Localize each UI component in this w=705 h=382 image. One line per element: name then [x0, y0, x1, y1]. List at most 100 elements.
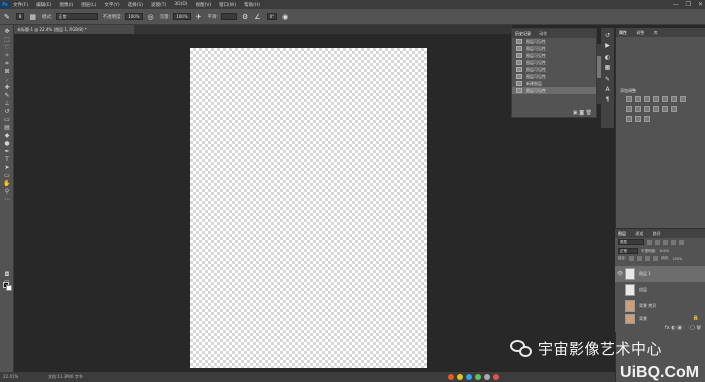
brightness-icon[interactable]: [626, 96, 632, 102]
history-item[interactable]: 新建图层: [512, 80, 596, 87]
menu-window[interactable]: 窗口(W): [219, 2, 236, 8]
dodge-tool-icon[interactable]: ●: [3, 141, 11, 147]
eyedropper-tool-icon[interactable]: ⸝: [3, 77, 11, 83]
stamp-tool-icon[interactable]: ⊥: [3, 101, 11, 107]
menu-filter[interactable]: 滤镜(T): [151, 2, 166, 8]
airbrush-icon[interactable]: ✈: [196, 13, 202, 21]
history-item[interactable]: 图层可见性: [512, 52, 596, 59]
mode-select[interactable]: 正常: [55, 13, 98, 20]
layer-opacity-value[interactable]: 100%: [659, 249, 669, 253]
tab-libraries[interactable]: 库: [654, 30, 658, 35]
brush-size-field[interactable]: 8: [15, 13, 25, 20]
quick-select-tool-icon[interactable]: ✧: [3, 53, 11, 59]
channel-mixer-icon[interactable]: [644, 106, 650, 112]
shape-tool-icon[interactable]: ▭: [3, 173, 11, 179]
tab-channels[interactable]: 通道: [635, 231, 643, 236]
paragraph-panel-icon[interactable]: ¶: [604, 96, 611, 103]
visibility-eye-icon[interactable]: 👁: [617, 266, 623, 282]
blur-tool-icon[interactable]: ◆: [3, 133, 11, 139]
color-panel-icon[interactable]: ◐: [604, 54, 611, 61]
gear-icon[interactable]: ⚙: [242, 13, 248, 21]
hand-tool-icon[interactable]: ✋: [3, 181, 11, 187]
color-balance-icon[interactable]: [680, 96, 686, 102]
menu-help[interactable]: 帮助(H): [244, 2, 260, 8]
actions-panel-icon[interactable]: ▶: [604, 42, 611, 49]
history-item[interactable]: 图层可见性: [512, 59, 596, 66]
pressure-size-icon[interactable]: ◉: [282, 13, 288, 21]
fill-value[interactable]: 100%: [672, 257, 682, 261]
tray-app-icon[interactable]: [475, 374, 481, 380]
tray-app-icon[interactable]: [493, 374, 499, 380]
zoom-tool-icon[interactable]: ⚲: [3, 189, 11, 195]
eraser-tool-icon[interactable]: ▭: [3, 117, 11, 123]
pixel-filter-icon[interactable]: [647, 239, 652, 245]
menu-type[interactable]: 文字(Y): [104, 2, 119, 8]
opacity-field[interactable]: 100%: [125, 13, 143, 20]
flow-field[interactable]: 100%: [173, 13, 191, 20]
curves-icon[interactable]: [644, 96, 650, 102]
color-lookup-icon[interactable]: [653, 106, 659, 112]
history-footer-icons[interactable]: ▣ ◙ 🗑: [512, 109, 596, 117]
vibrance-icon[interactable]: [662, 96, 668, 102]
maximize-button[interactable]: ❐: [686, 0, 691, 9]
pressure-opacity-icon[interactable]: ◎: [148, 13, 154, 21]
menu-3d[interactable]: 3D(D): [174, 2, 187, 7]
path-select-tool-icon[interactable]: ➤: [3, 165, 11, 171]
type-filter-icon[interactable]: [663, 239, 668, 245]
black-white-icon[interactable]: [626, 106, 632, 112]
menu-layer[interactable]: 图层(L): [81, 2, 96, 8]
shape-filter-icon[interactable]: [671, 239, 676, 245]
angle-icon[interactable]: ∠: [254, 13, 260, 21]
selective-color-icon[interactable]: [644, 116, 650, 122]
tray-app-icon[interactable]: [448, 374, 454, 380]
history-panel-icon[interactable]: ↺: [604, 32, 611, 39]
move-tool-icon[interactable]: ✥: [3, 29, 11, 35]
marquee-tool-icon[interactable]: ⬚: [3, 37, 11, 43]
brush-settings-icon[interactable]: ✎: [604, 76, 611, 83]
exposure-icon[interactable]: [653, 96, 659, 102]
levels-icon[interactable]: [635, 96, 641, 102]
tab-adjustments[interactable]: 调整: [636, 30, 644, 35]
history-item[interactable]: 图层可见性: [512, 73, 596, 80]
brush-tool-icon[interactable]: ✎: [3, 93, 11, 99]
frame-tool-icon[interactable]: ⊠: [3, 69, 11, 75]
history-item-selected[interactable]: 图层可见性: [512, 87, 596, 94]
type-tool-icon[interactable]: T: [3, 157, 11, 163]
lasso-tool-icon[interactable]: ➰: [3, 45, 11, 51]
layer-row[interactable]: 组层: [615, 282, 705, 298]
lock-transparent-icon[interactable]: [629, 256, 635, 261]
layer-row-selected[interactable]: 👁 图层 1: [615, 266, 705, 282]
layers-footer-icons[interactable]: fx ◐ ▣ 🗀 ▢ 🗑: [615, 324, 705, 332]
document-tab[interactable]: 未标题-1 @ 22.4% (图层 1, RGB/8) *: [14, 25, 134, 34]
crop-tool-icon[interactable]: ⌗: [3, 61, 11, 67]
gradient-map-icon[interactable]: [635, 116, 641, 122]
minimize-button[interactable]: —: [673, 0, 679, 9]
tray-app-icon[interactable]: [466, 374, 472, 380]
zoom-level[interactable]: 22.41%: [3, 372, 18, 382]
hue-saturation-icon[interactable]: [671, 96, 677, 102]
history-item[interactable]: 图层可见性: [512, 38, 596, 45]
lock-image-icon[interactable]: [637, 256, 643, 261]
history-item[interactable]: 图层可见性: [512, 66, 596, 73]
gradient-tool-icon[interactable]: ▤: [3, 125, 11, 131]
lock-position-icon[interactable]: [645, 256, 651, 261]
screen-mode-icon[interactable]: ▢: [3, 280, 11, 286]
document-info[interactable]: 文档:11.3M/0 字节: [48, 372, 83, 382]
quick-mask-icon[interactable]: ◘: [3, 272, 11, 278]
layer-filter-select[interactable]: 类型: [618, 239, 644, 245]
menu-select[interactable]: 选择(S): [128, 2, 143, 8]
smooth-field[interactable]: [221, 13, 238, 20]
menu-file[interactable]: 文件(F): [13, 2, 28, 8]
swatches-panel-icon[interactable]: ▦: [604, 64, 611, 71]
tab-properties[interactable]: 属性: [619, 30, 627, 35]
tray-app-icon[interactable]: [457, 374, 463, 380]
history-brush-tool-icon[interactable]: ↺: [3, 109, 11, 115]
menu-view[interactable]: 视图(V): [196, 2, 212, 8]
tab-history[interactable]: 历史记录: [515, 31, 531, 36]
tray-app-icon[interactable]: [484, 374, 490, 380]
menu-edit[interactable]: 编辑(E): [36, 2, 51, 8]
character-panel-icon[interactable]: A: [604, 86, 611, 93]
smart-object-filter-icon[interactable]: [679, 239, 684, 245]
pen-tool-icon[interactable]: ✒: [3, 149, 11, 155]
lock-all-icon[interactable]: [653, 256, 659, 261]
